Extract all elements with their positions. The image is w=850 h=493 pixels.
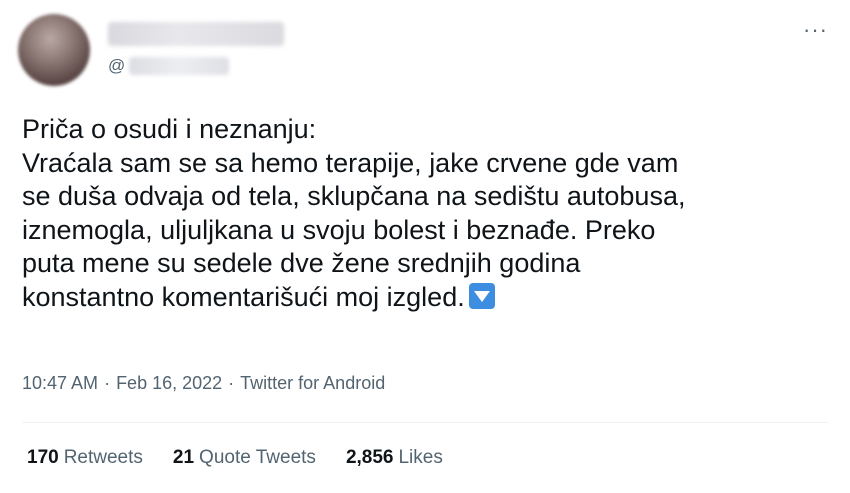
quote-tweets-stat[interactable]: 21 Quote Tweets <box>173 447 316 469</box>
meta-separator: · <box>228 373 235 393</box>
avatar[interactable] <box>18 14 90 86</box>
retweets-count: 170 <box>27 447 59 468</box>
display-name-redacted[interactable] <box>108 22 284 46</box>
likes-label: Likes <box>398 447 443 468</box>
tweet-stats: 170 Retweets 21 Quote Tweets 2,856 Likes <box>27 447 473 469</box>
retweets-stat[interactable]: 170 Retweets <box>27 447 143 469</box>
likes-count: 2,856 <box>345 447 394 468</box>
retweets-label: Retweets <box>63 447 143 468</box>
down-arrow-emoji-icon <box>468 282 495 309</box>
divider <box>22 422 828 423</box>
quotes-label: Quote Tweets <box>199 447 316 468</box>
likes-stat[interactable]: 2,856 Likes <box>346 447 443 469</box>
more-options-button[interactable]: ··· <box>803 19 828 41</box>
tweet-source[interactable]: Twitter for Android <box>240 373 385 394</box>
handle-prefix: @ <box>108 56 126 75</box>
tweet-time[interactable]: 10:47 AM <box>22 373 98 394</box>
tweet-date[interactable]: Feb 16, 2022 <box>116 373 222 394</box>
tweet-text: Priča o osudi i neznanju: Vraćala sam se… <box>22 113 832 315</box>
handle-redacted <box>129 57 230 75</box>
tweet-meta: 10:47 AM · Feb 16, 2022 · Twitter for An… <box>22 373 385 394</box>
handle[interactable]: @ <box>108 55 230 77</box>
tweet-card: @ ··· Priča o osudi i neznanju: Vraćala … <box>0 0 850 493</box>
meta-separator: · <box>104 373 111 393</box>
tweet-body: Priča o osudi i neznanju: Vraćala sam se… <box>22 114 686 312</box>
quotes-count: 21 <box>172 447 195 468</box>
